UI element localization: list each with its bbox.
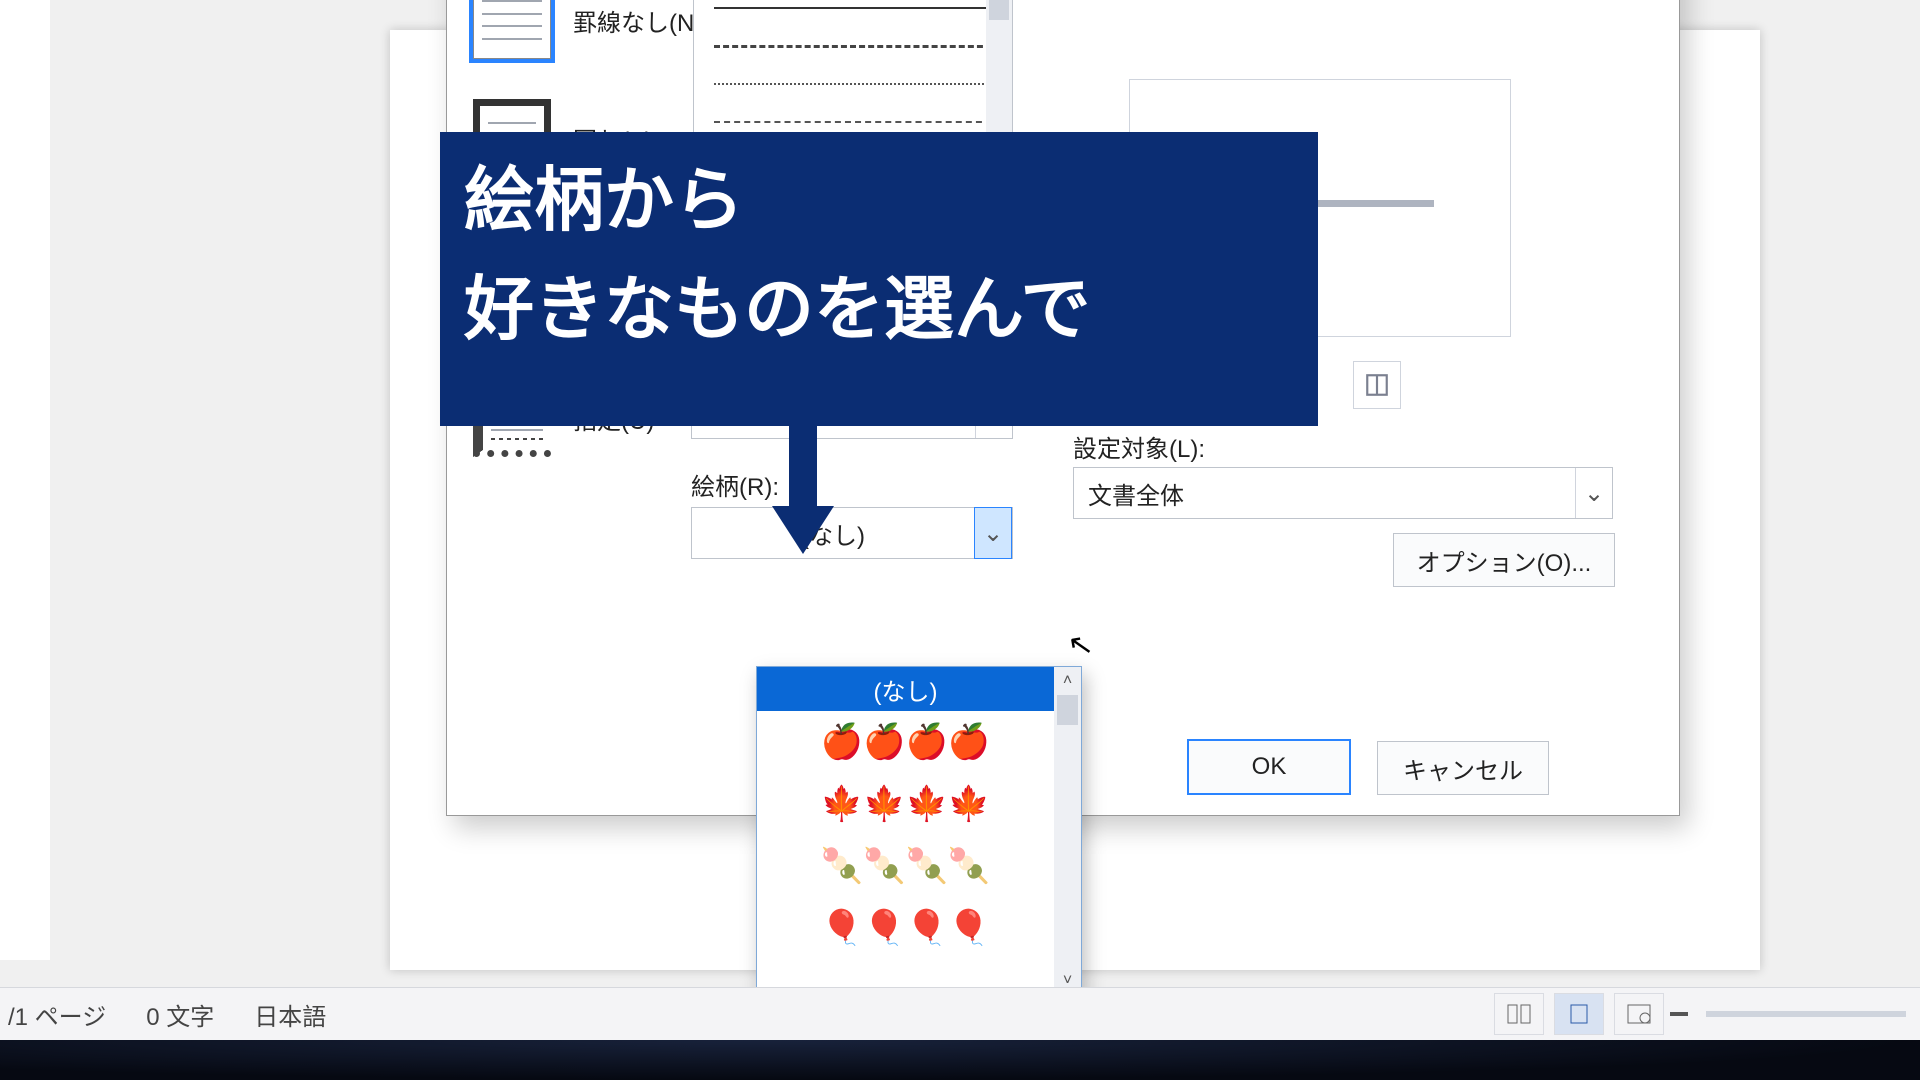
pattern-label: 絵柄(R): — [691, 467, 779, 502]
preset-option-none[interactable]: 罫線なし(N) — [473, 0, 702, 59]
cancel-button[interactable]: キャンセル — [1377, 741, 1549, 795]
apply-to-value: 文書全体 — [1074, 476, 1575, 511]
pattern-option-art-4[interactable]: 🎈🎈🎈🎈 — [757, 897, 1054, 959]
pattern-select[interactable]: (なし) ⌄ — [691, 507, 1013, 559]
pattern-option-none[interactable]: (なし) — [757, 667, 1054, 711]
pattern-dropdown-popup: (なし) 🍎🍎🍎🍎 🍁🍁🍁🍁 🍡🍡🍡🍡 🎈🎈🎈🎈 ˄ ˅ — [756, 666, 1082, 996]
line-style-solid[interactable] — [714, 7, 992, 9]
zoom-slider[interactable] — [1706, 1011, 1906, 1017]
video-player-bar — [0, 1040, 1920, 1080]
callout-line-2: 好きなものを選んで — [464, 255, 1294, 364]
dropdown-scroll-thumb[interactable] — [1057, 695, 1078, 725]
dropdown-scrollbar[interactable]: ˄ ˅ — [1054, 667, 1081, 995]
line-style-dot[interactable] — [714, 83, 992, 85]
print-layout-icon — [1568, 1003, 1590, 1025]
status-lang[interactable]: 日本語 — [254, 997, 326, 1032]
pattern-option-art-2[interactable]: 🍁🍁🍁🍁 — [757, 773, 1054, 835]
read-mode-icon — [1507, 1004, 1531, 1024]
options-button[interactable]: オプション(O)... — [1393, 533, 1615, 587]
dropdown-scroll-track[interactable] — [1054, 695, 1081, 967]
status-bar: /1 ページ 0 文字 日本語 — [0, 987, 1920, 1040]
chevron-down-icon: ⌄ — [1575, 468, 1612, 518]
callout-line-1: 絵柄から — [464, 146, 1294, 255]
app-background: 罫線なし(N) 囲む(X) 指定(U) — [0, 0, 1920, 1080]
web-layout-icon — [1627, 1003, 1651, 1025]
view-read-mode-button[interactable] — [1494, 993, 1544, 1035]
line-style-dash[interactable] — [714, 45, 992, 48]
preview-instruction: して、罫線を引く位置を指定してください。 — [1081, 0, 1651, 9]
view-print-layout-button[interactable] — [1554, 993, 1604, 1035]
preset-none-icon — [473, 0, 551, 59]
tutorial-callout: 絵柄から 好きなものを選んで — [440, 132, 1318, 426]
view-web-layout-button[interactable] — [1614, 993, 1664, 1035]
apply-to-select[interactable]: 文書全体 ⌄ — [1073, 467, 1613, 519]
pattern-option-art-1[interactable]: 🍎🍎🍎🍎 — [757, 711, 1054, 773]
scroll-up-icon[interactable]: ˄ — [1054, 667, 1081, 695]
status-right — [1490, 988, 1906, 1040]
left-strip — [0, 0, 50, 960]
chevron-down-icon: ⌄ — [974, 507, 1012, 559]
pattern-option-art-3[interactable]: 🍡🍡🍡🍡 — [757, 835, 1054, 897]
zoom-out-icon[interactable] — [1670, 1012, 1688, 1016]
preset-none-label: 罫線なし(N) — [573, 3, 702, 38]
border-vertical-icon — [1364, 372, 1390, 398]
status-page[interactable]: /1 ページ — [8, 997, 106, 1032]
pattern-dropdown-list: (なし) 🍎🍎🍎🍎 🍁🍁🍁🍁 🍡🍡🍡🍡 🎈🎈🎈🎈 — [757, 667, 1054, 995]
line-style-dash2[interactable] — [714, 121, 992, 123]
callout-arrow-icon — [772, 420, 834, 554]
status-words[interactable]: 0 文字 — [146, 997, 214, 1032]
apply-to-label: 設定対象(L): — [1073, 429, 1205, 464]
ok-button[interactable]: OK — [1187, 739, 1351, 795]
style-scroll-thumb[interactable] — [989, 0, 1009, 20]
preview-toggle-vertical[interactable] — [1353, 361, 1401, 409]
